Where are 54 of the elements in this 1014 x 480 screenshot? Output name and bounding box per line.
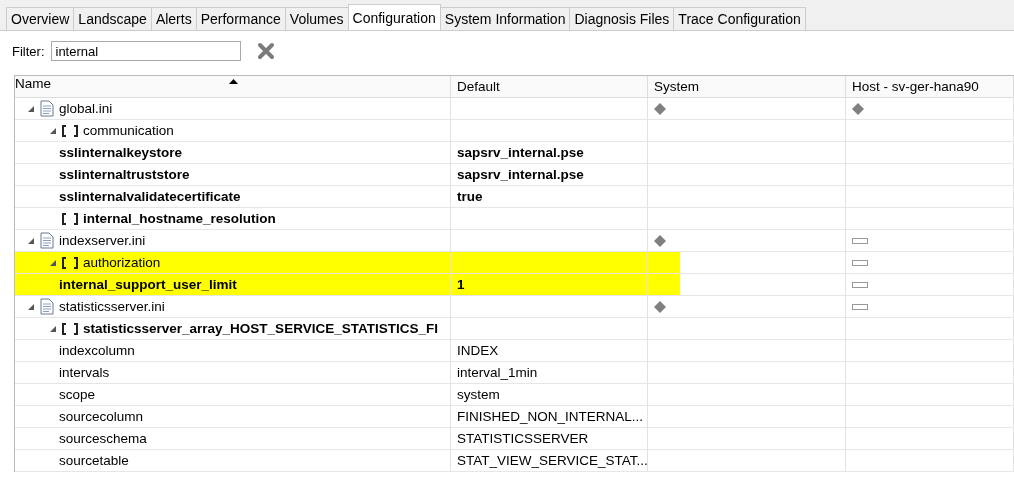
brackets-icon: [62, 322, 78, 335]
table-cell: STATISTICSSERVER: [451, 428, 648, 450]
parameter-name: statisticsserver_array_HOST_SERVICE_STATISTICS_FI: [83, 321, 438, 336]
expand-triangle-icon[interactable]: [27, 236, 35, 245]
tab[interactable]: Diagnosis Files: [569, 7, 675, 30]
parameter-name: indexcolumn: [59, 343, 135, 358]
column-header[interactable]: Host - sv-ger-hana90: [846, 76, 1014, 98]
brackets-icon: [62, 124, 78, 137]
parameter-name: sslinternalkeystore: [59, 145, 183, 160]
table-cell: INDEX: [451, 340, 648, 362]
table-cell: system: [451, 384, 648, 406]
parameter-name: sourcecolumn: [59, 409, 144, 424]
table-cell: sapsrv_internal.pse: [451, 142, 648, 164]
table-cell: interval_1min: [451, 362, 648, 384]
filter-label: Filter:: [12, 43, 45, 59]
expand-triangle-icon[interactable]: [49, 258, 57, 267]
tab[interactable]: Landscape: [73, 7, 152, 30]
clear-icon[interactable]: [256, 42, 275, 60]
parameter-name: internal_support_user_limit: [59, 277, 237, 292]
tab[interactable]: Trace Configuration: [673, 7, 806, 30]
parameter-name: internal_hostname_resolution: [83, 211, 276, 226]
column-header[interactable]: System: [648, 76, 846, 98]
table-cell: true: [451, 186, 648, 208]
parameter-name: intervals: [59, 365, 110, 380]
filter-field[interactable]: internal: [50, 41, 241, 61]
brackets-icon: [62, 256, 78, 269]
document-icon: [40, 232, 54, 249]
expand-triangle-icon[interactable]: [49, 126, 57, 135]
table-cell: STAT_VIEW_SERVICE_STAT...: [451, 450, 648, 472]
parameter-name: statisticsserver.ini: [59, 299, 165, 314]
column-header[interactable]: Name: [15, 76, 451, 98]
parameter-name: communication: [83, 123, 174, 138]
parameter-name: indexserver.ini: [59, 233, 146, 248]
parameter-name: sourceschema: [59, 431, 147, 446]
expand-triangle-icon[interactable]: [27, 302, 35, 311]
table-cell: sapsrv_internal.pse: [451, 164, 648, 186]
expand-triangle-icon[interactable]: [27, 104, 35, 113]
tab[interactable]: Configuration: [347, 4, 441, 30]
tab[interactable]: Overview: [6, 7, 75, 30]
column-header[interactable]: Default: [451, 76, 648, 98]
table-cell: FINISHED_NON_INTERNAL...: [451, 406, 648, 428]
parameter-name: global.ini: [59, 101, 113, 116]
parameter-name: sslinternaltruststore: [59, 167, 190, 182]
table-cell: 1: [451, 274, 648, 296]
document-icon: [40, 100, 54, 117]
brackets-icon: [62, 212, 78, 225]
parameter-name: sourcetable: [59, 453, 129, 468]
parameter-name: sslinternalvalidatecertificate: [59, 189, 241, 204]
parameter-name: authorization: [83, 255, 161, 270]
expand-triangle-icon[interactable]: [49, 324, 57, 333]
tab[interactable]: System Information: [439, 7, 571, 30]
document-icon: [40, 298, 54, 315]
sort-arrow-icon: [229, 79, 238, 84]
parameter-name: scope: [59, 387, 96, 402]
